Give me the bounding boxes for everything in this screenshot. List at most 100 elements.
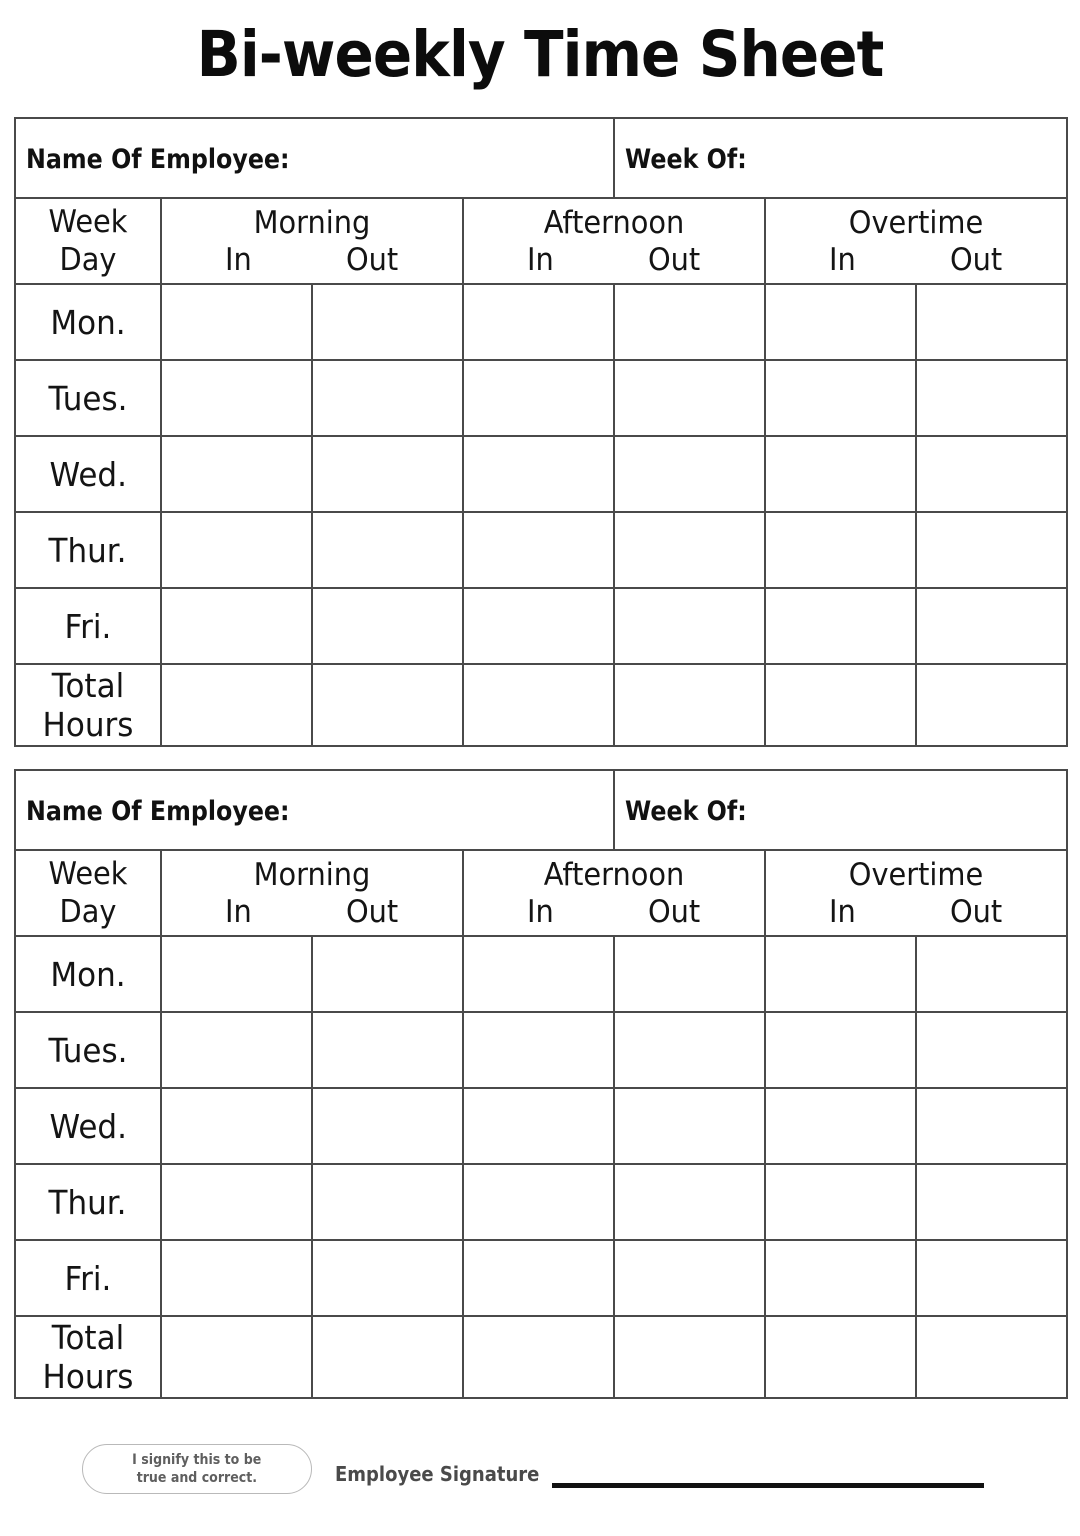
timesheet-block-2: Name Of Employee: Week Of: Week Day Morn… [14,769,1069,1399]
overtime-out-cell[interactable] [914,935,1069,1013]
morning-out-cell[interactable] [311,1011,464,1089]
morning-group-header: Morning In Out [160,849,464,937]
timesheet-table-2: Name Of Employee: Week Of: Week Day Morn… [14,769,1069,1399]
morning-label: Morning [253,857,371,893]
day-label-cell: Wed. [14,435,162,513]
total-hours-row: Total Hours [14,663,1069,747]
morning-in-cell[interactable] [160,1011,313,1089]
afternoon-label: Afternoon [543,205,685,241]
total-overtime-in-cell[interactable] [764,1315,917,1399]
total-morning-in-cell[interactable] [160,663,313,747]
afternoon-in-cell[interactable] [462,1087,615,1165]
afternoon-group-header: Afternoon In Out [462,197,766,285]
morning-out-cell[interactable] [311,1239,464,1317]
week-of-label: Week Of: [625,144,747,175]
overtime-out-cell[interactable] [914,283,1069,361]
overtime-in-cell[interactable] [764,1011,917,1089]
morning-in-cell[interactable] [160,283,313,361]
overtime-out-cell[interactable] [914,435,1069,513]
overtime-in-cell[interactable] [764,1163,917,1241]
afternoon-in-cell[interactable] [462,1239,615,1317]
afternoon-out-cell[interactable] [613,935,766,1013]
afternoon-out-cell[interactable] [613,283,766,361]
overtime-in-cell[interactable] [764,511,917,589]
overtime-out-cell[interactable] [914,1011,1069,1089]
afternoon-in-cell[interactable] [462,283,615,361]
total-afternoon-in-cell[interactable] [462,663,615,747]
morning-out-cell[interactable] [311,935,464,1013]
overtime-in-cell[interactable] [764,1239,917,1317]
total-hours-label-line2: Hours [42,705,134,744]
morning-out-cell[interactable] [311,359,464,437]
afternoon-in-cell[interactable] [462,1163,615,1241]
morning-out-cell[interactable] [311,1087,464,1165]
morning-out-label: Out [346,242,399,278]
day-label-cell: Mon. [14,935,162,1013]
certification-line2: true and correct. [136,1470,258,1486]
morning-in-cell[interactable] [160,1087,313,1165]
overtime-out-cell[interactable] [914,511,1069,589]
total-morning-out-cell[interactable] [311,663,464,747]
morning-out-label: Out [346,894,399,930]
total-afternoon-out-cell[interactable] [613,663,766,747]
total-overtime-out-cell[interactable] [914,663,1069,747]
afternoon-in-cell[interactable] [462,1011,615,1089]
overtime-out-cell[interactable] [914,359,1069,437]
day-label-cell: Tues. [14,1011,162,1089]
afternoon-in-cell[interactable] [462,935,615,1013]
signature-line[interactable] [552,1483,984,1488]
week-of-field[interactable]: Week Of: [612,769,1069,851]
morning-out-cell[interactable] [311,511,464,589]
day-label-cell: Tues. [14,359,162,437]
afternoon-out-cell[interactable] [613,587,766,665]
morning-in-cell[interactable] [160,1163,313,1241]
morning-in-cell[interactable] [160,511,313,589]
week-of-field[interactable]: Week Of: [612,117,1069,199]
afternoon-out-cell[interactable] [613,1011,766,1089]
afternoon-in-cell[interactable] [462,587,615,665]
afternoon-out-cell[interactable] [613,359,766,437]
morning-out-cell[interactable] [311,283,464,361]
overtime-out-cell[interactable] [914,1087,1069,1165]
morning-in-cell[interactable] [160,1239,313,1317]
morning-in-cell[interactable] [160,359,313,437]
overtime-out-cell[interactable] [914,1163,1069,1241]
overtime-in-cell[interactable] [764,1087,917,1165]
afternoon-in-cell[interactable] [462,511,615,589]
total-afternoon-out-cell[interactable] [613,1315,766,1399]
employee-name-field[interactable]: Name Of Employee: [14,769,615,851]
day-label-cell: Fri. [14,1239,162,1317]
afternoon-in-cell[interactable] [462,359,615,437]
total-morning-in-cell[interactable] [160,1315,313,1399]
afternoon-out-cell[interactable] [613,1239,766,1317]
overtime-out-cell[interactable] [914,1239,1069,1317]
afternoon-out-cell[interactable] [613,511,766,589]
total-overtime-out-cell[interactable] [914,1315,1069,1399]
overtime-out-cell[interactable] [914,587,1069,665]
overtime-in-cell[interactable] [764,359,917,437]
morning-in-cell[interactable] [160,587,313,665]
day-label: Thur. [48,530,128,570]
overtime-in-cell[interactable] [764,435,917,513]
morning-in-cell[interactable] [160,935,313,1013]
table-row: Tues. [14,1011,1069,1089]
employee-name-field[interactable]: Name Of Employee: [14,117,615,199]
weekday-column-header: Week Day [14,849,162,937]
overtime-in-cell[interactable] [764,587,917,665]
morning-in-cell[interactable] [160,435,313,513]
overtime-in-cell[interactable] [764,935,917,1013]
morning-out-cell[interactable] [311,1163,464,1241]
morning-out-cell[interactable] [311,587,464,665]
morning-out-cell[interactable] [311,435,464,513]
afternoon-out-cell[interactable] [613,1163,766,1241]
timesheet-page: Bi-weekly Time Sheet Name Of Employee: W… [0,0,1080,1536]
afternoon-out-cell[interactable] [613,1087,766,1165]
overtime-in-cell[interactable] [764,283,917,361]
afternoon-in-cell[interactable] [462,435,615,513]
total-overtime-in-cell[interactable] [764,663,917,747]
morning-in-label: In [224,894,252,930]
total-afternoon-in-cell[interactable] [462,1315,615,1399]
total-morning-out-cell[interactable] [311,1315,464,1399]
employee-info-row: Name Of Employee: Week Of: [14,117,1069,199]
afternoon-out-cell[interactable] [613,435,766,513]
